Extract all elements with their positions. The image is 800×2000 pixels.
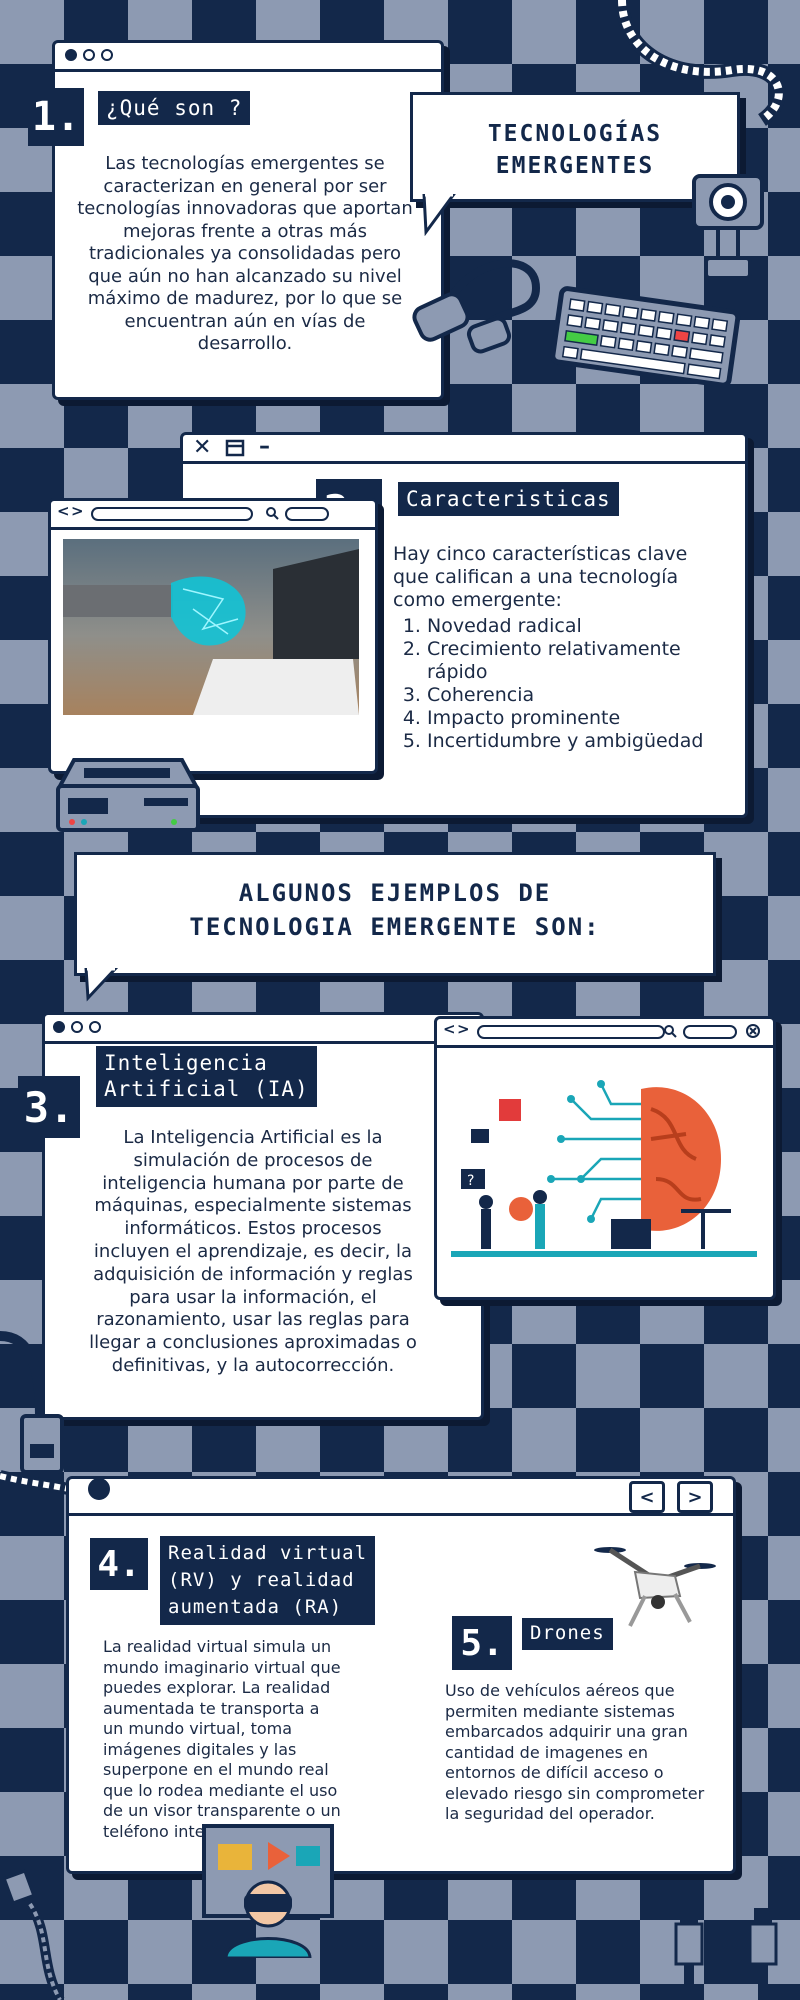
window-dot-icon (89, 1021, 101, 1033)
section3-heading-line2: Artificial (IA) (104, 1077, 309, 1102)
section2-image-browser: < > (48, 498, 378, 774)
keyboard-icon (550, 286, 741, 388)
vr-headset-icon (202, 1824, 334, 1958)
window-dot-icon (71, 1021, 83, 1033)
back-icon[interactable]: < (443, 1020, 456, 1038)
window-dot-icon (65, 49, 77, 61)
list-item: Crecimiento relativamente rápido (427, 638, 747, 684)
section45-titlebar: < > (69, 1479, 733, 1516)
section1-text: Las tecnologías emergentes se caracteriz… (77, 153, 413, 354)
close-icon[interactable] (745, 1023, 761, 1039)
maximize-icon[interactable] (225, 439, 245, 457)
search-icon[interactable] (663, 1024, 677, 1038)
window-dot-icon (83, 49, 95, 61)
window-dot-icon (88, 1478, 110, 1500)
power-plug-icon (412, 259, 541, 354)
browser-toolbar: < > (437, 1019, 773, 1048)
section3-heading-line1: Inteligencia (104, 1051, 268, 1075)
address-bar[interactable] (477, 1025, 665, 1039)
window-dot-icon (53, 1021, 65, 1033)
browser-toolbar: < > (51, 501, 375, 530)
window-dot-icon (101, 49, 113, 61)
usb-plug-icon (674, 1908, 778, 2000)
tech-handshake-image (63, 539, 359, 715)
cable-icon (2, 1869, 65, 2000)
section4-heading-line2: (RV) y realidad (168, 1569, 355, 1591)
main-title-line2: EMERGENTES (495, 153, 655, 179)
search-icon[interactable] (265, 506, 279, 520)
section3-text: La Inteligencia Artificial es la simulac… (89, 1127, 417, 1376)
examples-line1: ALGUNOS EJEMPLOS DE (238, 879, 552, 907)
section4-heading: Realidad virtual (RV) y realidad aumenta… (160, 1536, 376, 1625)
address-bar[interactable] (285, 507, 329, 521)
section2-heading: Caracteristicas (398, 482, 619, 517)
section5-text: Uso de vehículos aéreos que permiten med… (445, 1681, 705, 1823)
bubble-tail-icon (84, 968, 119, 1002)
section4-heading-line1: Realidad virtual (168, 1542, 368, 1564)
ai-brain-illustration: ? (451, 1080, 757, 1257)
examples-bubble: ALGUNOS EJEMPLOS DE TECNOLOGIA EMERGENTE… (74, 852, 716, 976)
section4-text: La realidad virtual simula un mundo imag… (103, 1637, 341, 1841)
section2-titlebar: ✕ – (183, 435, 745, 464)
back-icon[interactable]: < (57, 502, 70, 520)
list-item: Incertidumbre y ambigüedad (427, 730, 747, 753)
forward-icon[interactable]: > (457, 1020, 470, 1038)
next-button[interactable]: > (677, 1481, 713, 1513)
section3-number: 3. (18, 1076, 80, 1138)
address-bar[interactable] (91, 507, 253, 521)
section4-number: 4. (90, 1538, 148, 1590)
list-item: Impacto prominente (427, 707, 747, 730)
minimize-icon[interactable]: – (259, 435, 270, 459)
section2-intro: Hay cinco características clave que cali… (393, 543, 688, 611)
section5-number: 5. (452, 1616, 512, 1670)
bubble-tail-icon (422, 194, 456, 236)
drone-icon (594, 1547, 716, 1627)
section3-image-browser: < > ? (434, 1016, 776, 1300)
list-item: Coherencia (427, 684, 747, 707)
section1-number: 1. (28, 88, 84, 146)
section3-titlebar (45, 1015, 481, 1044)
examples-line2: TECNOLOGIA EMERGENTE SON: (189, 913, 601, 941)
section1-heading: ¿Qué son ? (98, 91, 251, 126)
list-item: Novedad radical (427, 615, 747, 638)
address-bar[interactable] (683, 1025, 737, 1039)
forward-icon[interactable]: > (71, 502, 84, 520)
retro-console-icon (56, 758, 200, 832)
svg-text:?: ? (467, 1173, 474, 1189)
section1-titlebar (55, 43, 441, 72)
section2-list: Novedad radical Crecimiento relativament… (393, 615, 747, 753)
prev-button[interactable]: < (629, 1481, 665, 1513)
section4-heading-line3: aumentada (RA) (168, 1596, 343, 1618)
webcam-icon (692, 174, 764, 280)
cable-icon (615, 0, 786, 126)
section3-heading: Inteligencia Artificial (IA) (96, 1046, 317, 1107)
close-icon[interactable]: ✕ (193, 435, 211, 461)
